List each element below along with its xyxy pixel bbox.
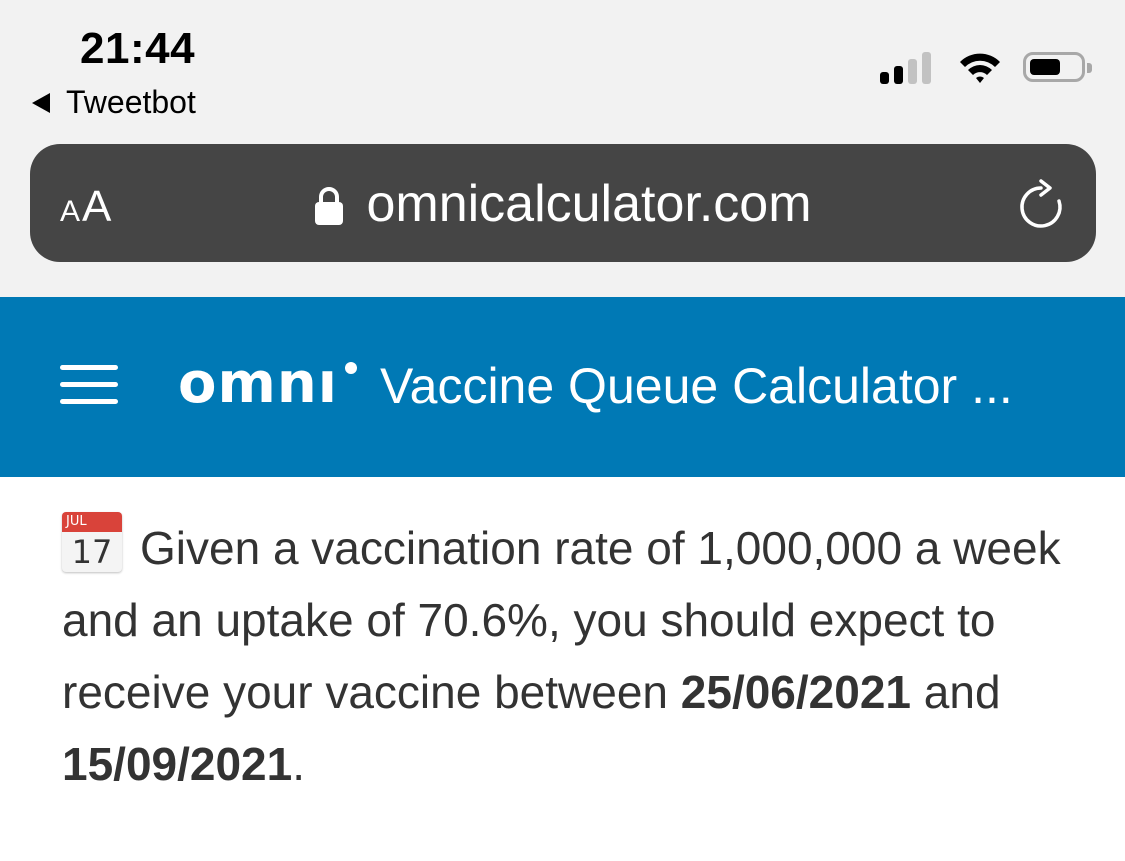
reload-icon[interactable] xyxy=(1016,178,1066,232)
result-text: JUL 17 Given a vaccination rate of 1,000… xyxy=(62,512,1062,800)
url-display[interactable]: omnicalculator.com xyxy=(30,174,1096,234)
status-time: 21:44 xyxy=(80,24,196,73)
logo-dot xyxy=(345,362,357,374)
back-to-app-link[interactable]: Tweetbot xyxy=(32,84,196,121)
start-date: 25/06/2021 xyxy=(680,666,912,718)
back-app-label: Tweetbot xyxy=(66,84,196,120)
menu-icon[interactable] xyxy=(60,365,118,405)
page-title: Vaccine Queue Calculator ... xyxy=(380,358,1013,414)
sentence-period: . xyxy=(292,738,306,790)
screen: 21:44 Tweetbot A A omnicalculator.com om… xyxy=(0,0,1125,861)
status-icons xyxy=(880,50,1092,84)
url-bar[interactable]: A A omnicalculator.com xyxy=(30,144,1096,262)
battery-icon xyxy=(1023,52,1092,82)
back-arrow-icon xyxy=(32,92,50,113)
browser-chrome: 21:44 Tweetbot A A omnicalculator.com xyxy=(0,0,1125,297)
conjunction: and xyxy=(923,666,1001,718)
site-header: omnı Vaccine Queue Calculator ... xyxy=(0,297,1125,477)
end-date: 15/09/2021 xyxy=(62,738,293,790)
omni-logo[interactable]: omnı xyxy=(178,351,338,416)
result-sentence: Given a vaccination rate of 1,000,000 a … xyxy=(62,522,1061,718)
lock-icon xyxy=(315,187,344,225)
wifi-icon xyxy=(960,53,1000,83)
cellular-signal-icon xyxy=(880,50,931,84)
calendar-icon: JUL 17 xyxy=(62,512,122,572)
url-domain: omnicalculator.com xyxy=(366,175,812,233)
